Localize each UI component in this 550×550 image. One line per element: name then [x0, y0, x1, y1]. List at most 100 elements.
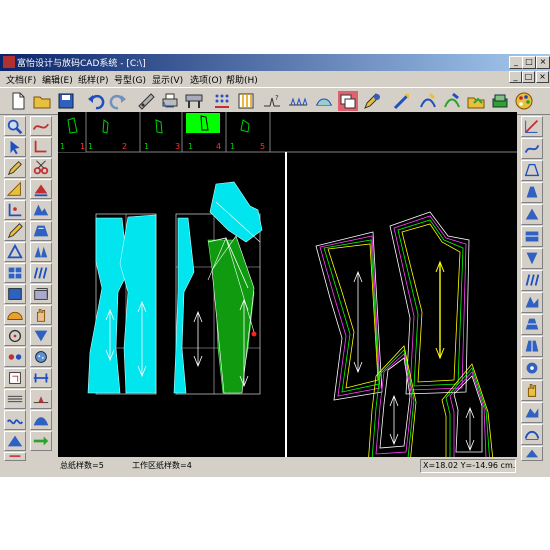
- piece-icon[interactable]: [314, 91, 334, 111]
- menu-size[interactable]: 号型(G): [114, 73, 146, 86]
- fan-icon[interactable]: [30, 242, 52, 262]
- menu-view[interactable]: 显示(V): [152, 73, 183, 86]
- new-file-icon[interactable]: [8, 91, 28, 111]
- magnify-icon[interactable]: [521, 402, 543, 423]
- symmetry-icon[interactable]: ?: [262, 91, 282, 111]
- redo-icon[interactable]: [108, 91, 128, 111]
- zoom-icon[interactable]: [4, 116, 26, 136]
- piece-tab-5[interactable]: 1 5: [230, 119, 265, 151]
- notch-icon[interactable]: [288, 91, 308, 111]
- mdi-restore-button[interactable]: □: [522, 71, 535, 83]
- seam-icon[interactable]: [30, 410, 52, 430]
- measure-icon[interactable]: [136, 91, 156, 111]
- mdi-minimize-button[interactable]: _: [509, 71, 522, 83]
- layer-icon[interactable]: [30, 284, 52, 304]
- menu-pattern[interactable]: 纸样(P): [78, 73, 108, 86]
- line-icon[interactable]: [4, 389, 26, 409]
- seam-icon[interactable]: [521, 446, 543, 461]
- piece-tab-3[interactable]: 1 3: [144, 119, 180, 151]
- notch-tool-icon[interactable]: [30, 389, 52, 409]
- ruler-icon[interactable]: [4, 179, 26, 199]
- maximize-button[interactable]: □: [522, 56, 536, 69]
- close-button[interactable]: ×: [536, 56, 550, 69]
- ruler-icon[interactable]: [521, 116, 543, 137]
- pleat-icon[interactable]: [521, 336, 543, 357]
- open-folder-icon[interactable]: [32, 91, 52, 111]
- piece-tab-4-selected[interactable]: 1 4: [186, 113, 221, 151]
- collar-piece[interactable]: [209, 181, 263, 243]
- menu-help[interactable]: 帮助(H): [226, 73, 258, 86]
- cad-window: 富怡设计与放码CAD系统 - [C:\] _ □ × 文档(F) 编辑(E) 纸…: [0, 54, 550, 477]
- menu-options[interactable]: 选项(O): [190, 73, 222, 86]
- grid-icon[interactable]: [212, 91, 232, 111]
- undo-icon[interactable]: [86, 91, 106, 111]
- hand-icon[interactable]: [30, 305, 52, 325]
- protractor-icon[interactable]: [4, 305, 26, 325]
- hook-icon[interactable]: [4, 452, 26, 461]
- hand-icon[interactable]: [521, 380, 543, 401]
- front-left-piece[interactable]: [173, 217, 195, 394]
- graded-pieces-area: [315, 211, 495, 471]
- save-icon[interactable]: [56, 91, 76, 111]
- triangle-icon[interactable]: [4, 242, 26, 262]
- rect-icon[interactable]: [4, 284, 26, 304]
- menu-edit[interactable]: 编辑(E): [42, 73, 73, 86]
- layers-stack-icon[interactable]: [490, 91, 510, 111]
- tilt-icon[interactable]: [30, 179, 52, 199]
- graded-piece-back-a[interactable]: [315, 231, 383, 401]
- grid-cell-icon[interactable]: [4, 263, 26, 283]
- circle-icon[interactable]: [4, 326, 26, 346]
- edit-icon[interactable]: [418, 91, 438, 111]
- button-icon[interactable]: [30, 347, 52, 367]
- piece-tab-2[interactable]: 1 2: [88, 119, 127, 151]
- width-icon[interactable]: [30, 368, 52, 388]
- grade-icon[interactable]: [521, 160, 543, 181]
- pencil-icon[interactable]: [4, 221, 26, 241]
- layer-icon[interactable]: [521, 314, 543, 335]
- graded-piece-front-b[interactable]: [389, 211, 470, 395]
- grade-table-icon[interactable]: [236, 91, 256, 111]
- mdi-close-button[interactable]: ×: [536, 71, 549, 83]
- cut-icon[interactable]: [30, 158, 52, 178]
- axis-icon[interactable]: [4, 200, 26, 220]
- stack-icon[interactable]: [521, 226, 543, 247]
- stripe-icon[interactable]: [30, 263, 52, 283]
- folder-icon[interactable]: [442, 91, 462, 111]
- piece-number-label: 4: [216, 142, 221, 151]
- drawing-canvas[interactable]: 1 1 1 2 1 3 1 4 1 5: [58, 112, 517, 471]
- pattern-icon[interactable]: [30, 221, 52, 241]
- curve-icon[interactable]: [521, 138, 543, 159]
- notch-icon[interactable]: [521, 182, 543, 203]
- curve-tool-icon[interactable]: [30, 116, 52, 136]
- minimize-button[interactable]: _: [509, 56, 523, 69]
- dart-icon[interactable]: [521, 248, 543, 269]
- graded-piece-sleeve-d[interactable]: [441, 363, 495, 471]
- stripe-icon[interactable]: [521, 270, 543, 291]
- graded-piece-sleeve-c[interactable]: [367, 345, 417, 467]
- piece-small-icon[interactable]: [4, 368, 26, 388]
- rotate-icon[interactable]: [4, 347, 26, 367]
- select-arrow-icon[interactable]: [4, 137, 26, 157]
- arrow-right-icon[interactable]: [30, 431, 52, 451]
- layers-icon[interactable]: [466, 91, 486, 111]
- fold-icon[interactable]: [30, 200, 52, 220]
- print-icon[interactable]: [160, 91, 180, 111]
- menu-file[interactable]: 文档(F): [6, 73, 36, 86]
- rotate-icon[interactable]: [521, 424, 543, 445]
- palette-icon[interactable]: [514, 91, 534, 111]
- piece-tab-1[interactable]: 1 1: [58, 112, 86, 152]
- pen-icon[interactable]: [4, 158, 26, 178]
- corner-icon[interactable]: [30, 137, 52, 157]
- plotter-icon[interactable]: [184, 91, 204, 111]
- stack-tool-icon[interactable]: [4, 431, 26, 451]
- back-left-piece[interactable]: [87, 217, 129, 394]
- pen-icon[interactable]: [362, 91, 382, 111]
- curve-icon[interactable]: [392, 91, 412, 111]
- grid-icon[interactable]: [521, 358, 543, 379]
- wave-icon[interactable]: [4, 410, 26, 430]
- right-tool-palette: [519, 116, 545, 461]
- stack-icon[interactable]: [338, 91, 358, 111]
- piece-icon[interactable]: [521, 204, 543, 225]
- dart-icon[interactable]: [30, 326, 52, 346]
- fold-icon[interactable]: [521, 292, 543, 313]
